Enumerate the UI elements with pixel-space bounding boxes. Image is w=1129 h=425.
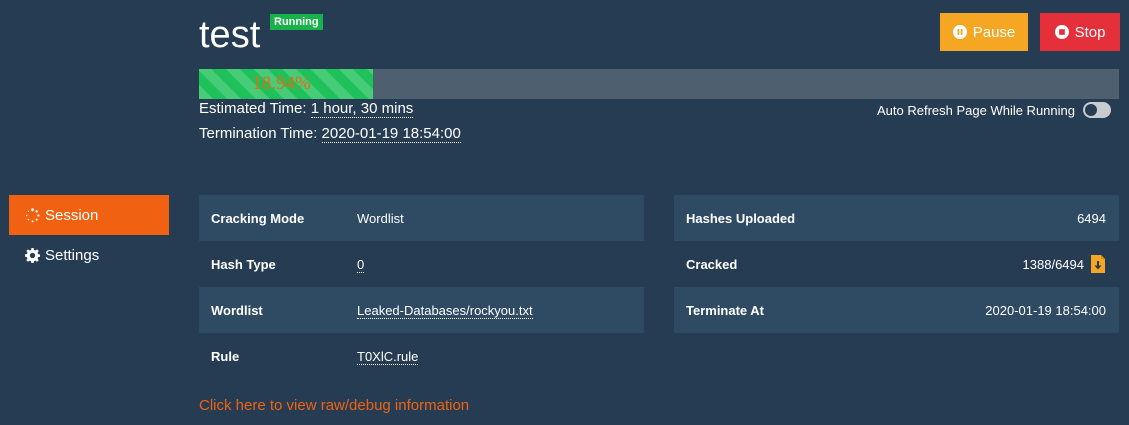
- row-key: Terminate At: [686, 302, 765, 318]
- row-key: Hashes Uploaded: [686, 210, 796, 226]
- download-file-icon[interactable]: [1090, 255, 1106, 273]
- rule-value: T0XlC.rule: [357, 348, 419, 365]
- stop-label: Stop: [1074, 23, 1106, 41]
- auto-refresh-toggle[interactable]: [1083, 102, 1111, 118]
- row-key: Hash Type: [211, 256, 276, 272]
- debug-info-link[interactable]: Click here to view raw/debug information: [199, 397, 469, 414]
- termination-time-label: Termination Time:: [199, 125, 318, 142]
- row-value: Wordlist: [357, 210, 404, 226]
- spinner-icon: [25, 207, 40, 223]
- cracked-value: 1388/6494: [1022, 256, 1084, 272]
- row-key: Wordlist: [211, 302, 263, 318]
- pause-icon: [952, 25, 967, 39]
- sidebar-item-session[interactable]: Session: [9, 195, 169, 235]
- stop-icon: [1054, 25, 1069, 39]
- row-value: T0XlC.rule: [357, 348, 644, 365]
- wordlist-value: Leaked-Databases/rockyou.txt: [357, 302, 533, 319]
- row-value: 1388/6494: [832, 255, 1119, 273]
- row-value: Leaked-Databases/rockyou.txt: [357, 302, 644, 319]
- table-row: Wordlist Leaked-Databases/rockyou.txt: [199, 287, 644, 333]
- estimated-time-label: Estimated Time:: [199, 100, 307, 117]
- status-badge: Running: [270, 14, 323, 30]
- termination-time-value: 2020-01-19 18:54:00: [321, 125, 461, 143]
- sidebar-item-label: Session: [45, 206, 99, 224]
- row-value: 0: [357, 256, 644, 273]
- table-row: Cracking Mode Wordlist: [199, 195, 644, 241]
- pause-button[interactable]: Pause: [940, 13, 1028, 51]
- estimated-time: Estimated Time: 1 hour, 30 mins: [199, 100, 414, 118]
- auto-refresh: Auto Refresh Page While Running: [877, 102, 1111, 118]
- estimated-time-value: 1 hour, 30 mins: [310, 100, 414, 118]
- progress-bar: 18.94%: [199, 69, 1119, 99]
- row-key: Cracking Mode: [211, 210, 305, 226]
- sidebar-item-settings[interactable]: Settings: [9, 235, 169, 275]
- gear-icon: [25, 247, 40, 263]
- table-row: Rule T0XlC.rule: [199, 333, 644, 379]
- row-value: 6494: [1077, 210, 1106, 226]
- progress-text: 18.94%: [252, 73, 311, 94]
- table-row: Terminate At 2020-01-19 18:54:00: [674, 287, 1119, 333]
- table-row: Hash Type 0: [199, 241, 644, 287]
- hash-type-value: 0: [357, 256, 365, 273]
- row-value: 2020-01-19 18:54:00: [985, 302, 1106, 318]
- table-row: Hashes Uploaded 6494: [674, 195, 1119, 241]
- hash-stats-table: Hashes Uploaded 6494 Cracked 1388/6494 T…: [674, 195, 1119, 333]
- termination-time: Termination Time: 2020-01-19 18:54:00: [199, 125, 461, 143]
- pause-label: Pause: [972, 23, 1016, 41]
- session-page: Session Settings test Running Pause Stop…: [0, 0, 1129, 425]
- row-key: Rule: [211, 348, 240, 364]
- stop-button[interactable]: Stop: [1040, 13, 1120, 51]
- sidebar-item-label: Settings: [45, 246, 100, 264]
- sidebar: Session Settings: [9, 195, 169, 275]
- row-key: Cracked: [686, 256, 738, 272]
- page-title: test: [199, 14, 261, 56]
- auto-refresh-label: Auto Refresh Page While Running: [876, 102, 1075, 118]
- table-row: Cracked 1388/6494: [674, 241, 1119, 287]
- session-details-table: Cracking Mode Wordlist Hash Type 0 Wordl…: [199, 195, 644, 379]
